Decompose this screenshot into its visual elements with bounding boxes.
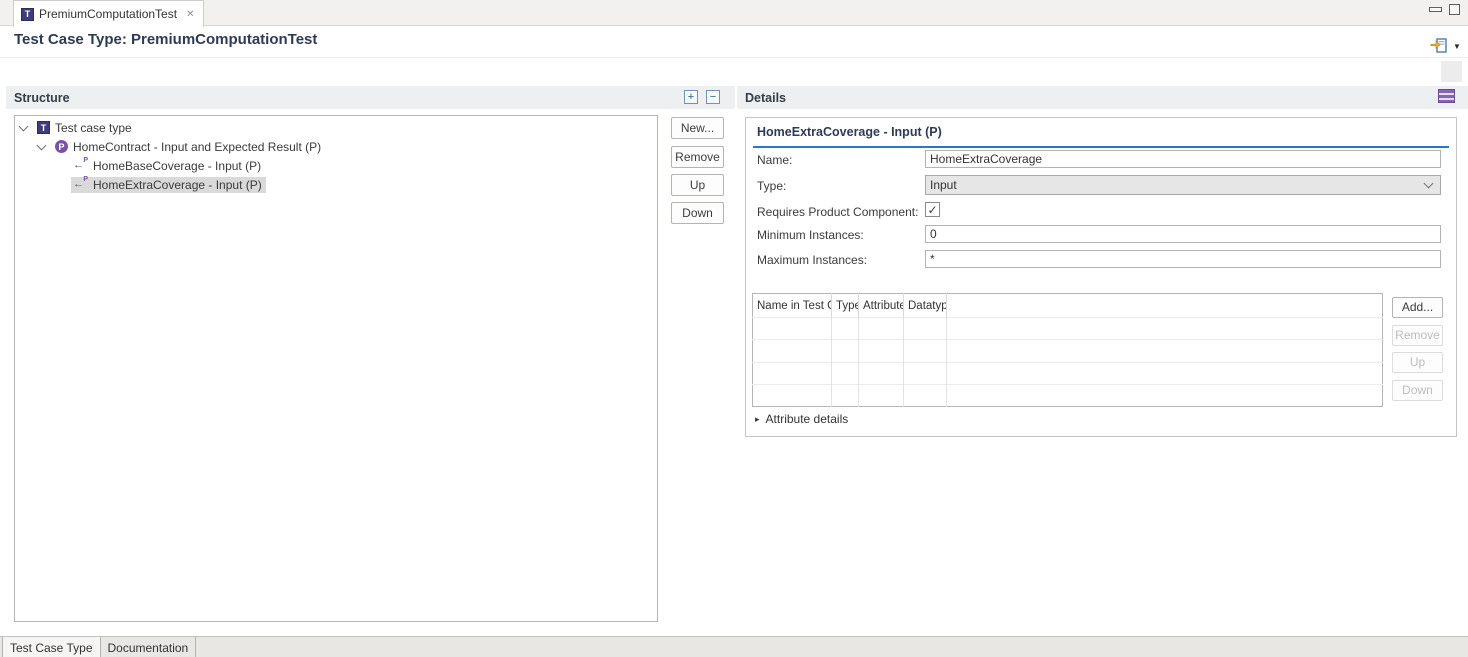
column-header-spacer [947,294,1383,318]
title-separator [0,57,1468,58]
table-row [753,362,1383,384]
requires-product-component-checkbox[interactable]: ✓ [925,202,940,217]
chevron-down-icon [1424,179,1434,189]
tree-item-homebasecoverage[interactable]: ← P HomeBaseCoverage - Input (P) [16,156,265,175]
tree-item-label: HomeBaseCoverage - Input (P) [93,159,261,173]
table-down-button[interactable]: Down [1392,380,1443,401]
context-help-icon[interactable] [1430,37,1448,55]
column-header-attribute[interactable]: Attribute [859,294,904,318]
structure-section-header: Structure [6,86,735,109]
maximum-instances-label: Maximum Instances: [757,253,867,267]
tab-test-case-type[interactable]: Test Case Type [2,637,101,657]
section-title-rule [753,146,1449,148]
attributes-table[interactable]: Name in Test Case Type Attribute Datatyp… [752,293,1383,407]
structure-header-label: Structure [14,91,70,105]
type-label: Type: [757,179,786,193]
test-case-type-icon: T [37,121,50,134]
chevron-down-icon[interactable] [37,140,47,150]
add-button[interactable]: Add... [1392,297,1443,318]
editor-tab-bar [0,0,1468,26]
type-selected-value: Input [930,178,957,192]
requires-product-component-label: Requires Product Component: [757,205,918,219]
collapse-all-icon[interactable]: − [706,90,720,104]
page-title: Test Case Type: PremiumComputationTest [14,31,317,48]
new-button[interactable]: New... [671,117,724,139]
test-case-type-icon: T [21,8,34,21]
down-button[interactable]: Down [671,202,724,224]
test-parameter-icon: ← P [73,159,88,172]
tree-item-label: HomeContract - Input and Expected Result… [73,140,321,154]
up-button[interactable]: Up [671,174,724,196]
name-label: Name: [757,153,792,167]
test-case-type-editor: T PremiumComputationTest ✕ Test Case Typ… [0,0,1468,657]
table-row [753,340,1383,362]
column-header-name-in-test-case[interactable]: Name in Test Case [753,294,832,318]
chevron-down-icon[interactable]: ▼ [1453,42,1461,51]
remove-button[interactable]: Remove [671,146,724,168]
attribute-details-expander[interactable]: ▸ Attribute details [755,412,848,426]
type-dropdown[interactable]: Input [925,175,1441,195]
expand-all-icon[interactable]: + [684,90,698,104]
test-parameter-icon: ← P [73,178,88,191]
close-icon[interactable]: ✕ [186,9,194,20]
table-row [753,384,1383,406]
tab-documentation[interactable]: Documentation [101,637,197,657]
selected-tree-item[interactable]: ← P HomeExtraCoverage - Input (P) [71,177,266,193]
tree-item-label: Test case type [55,121,132,135]
maximize-icon[interactable] [1449,4,1460,15]
table-row [753,318,1383,340]
maximum-instances-field[interactable] [925,250,1441,268]
details-section-title: HomeExtraCoverage - Input (P) [757,125,942,139]
minimum-instances-label: Minimum Instances: [757,228,864,242]
sections-toggle-icon[interactable] [1438,89,1455,103]
name-field[interactable] [925,150,1441,168]
tree-item-homecontract[interactable]: P HomeContract - Input and Expected Resu… [16,137,325,156]
check-icon: ✓ [927,204,937,216]
chevron-down-icon[interactable] [19,121,29,131]
attribute-details-label: Attribute details [766,412,849,426]
minimize-icon[interactable] [1429,7,1442,12]
column-header-datatype[interactable]: Datatype [904,294,947,318]
policy-component-icon: P [55,140,68,153]
details-section-header: Details [737,86,1468,109]
column-header-type[interactable]: Type [832,294,859,318]
minimum-instances-field[interactable] [925,225,1441,243]
editor-page-tabs: Test Case Type Documentation [0,636,1468,657]
table-remove-button[interactable]: Remove [1392,325,1443,346]
toolbar-placeholder [1441,61,1462,82]
editor-tab-label: PremiumComputationTest [39,7,177,21]
twistie-collapsed-icon: ▸ [755,414,760,425]
editor-tab-premiumcomputationtest[interactable]: T PremiumComputationTest ✕ [13,0,204,27]
table-up-button[interactable]: Up [1392,352,1443,373]
tree-item-label: HomeExtraCoverage - Input (P) [93,178,262,192]
details-header-label: Details [745,91,786,105]
tree-item-test-case-type[interactable]: T Test case type [16,118,136,137]
tree-item-homeextracoverage[interactable]: ← P HomeExtraCoverage - Input (P) [16,175,266,194]
table-header-row: Name in Test Case Type Attribute Datatyp… [753,294,1383,318]
